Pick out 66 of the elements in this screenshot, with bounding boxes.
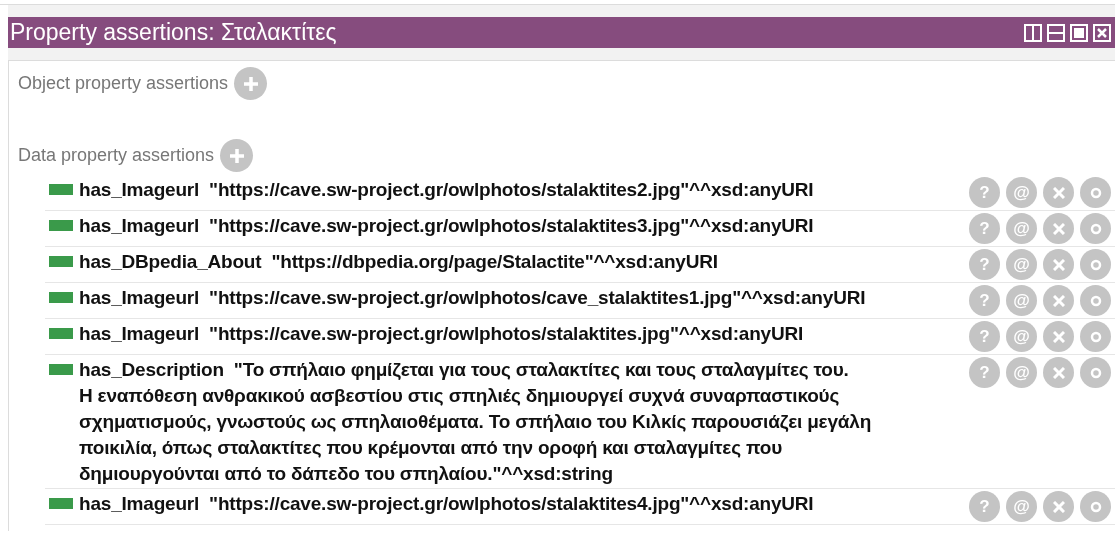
delete-button[interactable]: [1043, 491, 1074, 522]
property-marker-icon: [49, 256, 73, 267]
plus-icon: [242, 75, 259, 92]
property-marker-icon: [49, 498, 73, 509]
property-marker-icon: [49, 220, 73, 231]
delete-button[interactable]: [1043, 249, 1074, 280]
assertion-text: has_Imageurl "https://cave.sw-project.gr/owlphotos/stalaktites4.jpg"^^xsd:anyURI: [79, 492, 814, 516]
edit-button[interactable]: [1080, 321, 1111, 352]
ring-icon: [1089, 366, 1102, 379]
ring-icon: [1089, 258, 1102, 271]
assertion-text: has_Imageurl "https://cave.sw-project.gr/owlphotos/cave_stalaktites1.jpg"^^xsd:anyURI: [79, 286, 866, 310]
annotate-button[interactable]: @: [1006, 177, 1037, 208]
edit-button[interactable]: [1080, 249, 1111, 280]
assertion-text: has_Imageurl "https://cave.sw-project.gr/owlphotos/stalaktites3.jpg"^^xsd:anyURI: [79, 214, 814, 238]
plus-icon: [228, 147, 245, 164]
maximize-icon[interactable]: [1070, 23, 1088, 42]
close-icon: [1052, 330, 1065, 343]
delete-button[interactable]: [1043, 177, 1074, 208]
annotate-button[interactable]: @: [1006, 491, 1037, 522]
add-button[interactable]: [234, 67, 268, 100]
property-marker-icon: [49, 364, 73, 375]
ring-icon: [1089, 294, 1102, 307]
edit-button[interactable]: [1080, 213, 1111, 244]
delete-button[interactable]: [1043, 357, 1074, 388]
add-button[interactable]: [220, 139, 254, 172]
close-icon[interactable]: [1093, 23, 1111, 42]
split-vertical-icon[interactable]: [1024, 23, 1042, 42]
close-icon: [1052, 186, 1065, 199]
edit-button[interactable]: [1080, 177, 1111, 208]
assertion-text: has_Imageurl "https://cave.sw-project.gr/owlphotos/stalaktites2.jpg"^^xsd:anyURI: [79, 178, 814, 202]
help-button[interactable]: ?: [969, 177, 1000, 208]
help-button[interactable]: ?: [969, 357, 1000, 388]
close-icon: [1052, 366, 1065, 379]
close-icon: [1052, 258, 1065, 271]
help-button[interactable]: ?: [969, 321, 1000, 352]
assertion-text: has_Imageurl "https://cave.sw-project.gr/owlphotos/stalaktites.jpg"^^xsd:anyURI: [79, 322, 804, 346]
delete-button[interactable]: [1043, 285, 1074, 316]
panel-title: Property assertions: Σταλακτίτες: [10, 18, 337, 48]
ring-icon: [1089, 330, 1102, 343]
help-button[interactable]: ?: [969, 249, 1000, 280]
property-marker-icon: [49, 184, 73, 195]
close-icon: [1052, 294, 1065, 307]
property-marker-icon: [49, 328, 73, 339]
annotate-button[interactable]: @: [1006, 321, 1037, 352]
annotate-button[interactable]: @: [1006, 357, 1037, 388]
annotate-button[interactable]: @: [1006, 249, 1037, 280]
annotate-button[interactable]: @: [1006, 285, 1037, 316]
edit-button[interactable]: [1080, 357, 1111, 388]
close-icon: [1052, 222, 1065, 235]
ring-icon: [1089, 186, 1102, 199]
help-button[interactable]: ?: [969, 491, 1000, 522]
ring-icon: [1089, 222, 1102, 235]
help-button[interactable]: ?: [969, 285, 1000, 316]
section-label: Data property assertions: [18, 144, 215, 167]
delete-button[interactable]: [1043, 321, 1074, 352]
split-horizontal-icon[interactable]: [1047, 23, 1065, 42]
section-label: Object property assertions: [18, 72, 229, 95]
property-marker-icon: [49, 292, 73, 303]
assertion-text: has_DBpedia_About "https://dbpedia.org/page/Stalactite"^^xsd:anyURI: [79, 250, 718, 274]
close-icon: [1052, 500, 1065, 513]
delete-button[interactable]: [1043, 213, 1074, 244]
edit-button[interactable]: [1080, 285, 1111, 316]
annotate-button[interactable]: @: [1006, 213, 1037, 244]
help-button[interactable]: ?: [969, 213, 1000, 244]
ring-icon: [1089, 500, 1102, 513]
edit-button[interactable]: [1080, 491, 1111, 522]
